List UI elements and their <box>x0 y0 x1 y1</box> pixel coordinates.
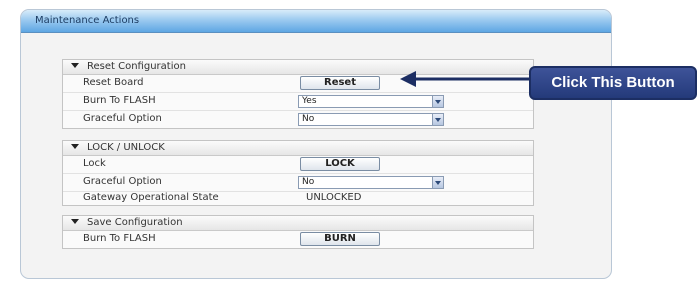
burn-to-flash-select[interactable]: Yes <box>298 95 444 108</box>
lock-row: Lock LOCK <box>63 156 533 174</box>
lock-button[interactable]: LOCK <box>300 157 380 171</box>
select-value: No <box>302 114 315 124</box>
lock-label: Lock <box>83 158 106 169</box>
section-title: LOCK / UNLOCK <box>87 142 165 153</box>
save-configuration-section: Save Configuration Burn To FLASH BURN <box>62 215 534 249</box>
collapse-triangle-icon[interactable] <box>71 144 79 149</box>
burn-to-flash-label: Burn To FLASH <box>83 233 156 244</box>
lock-unlock-section: LOCK / UNLOCK Lock LOCK Graceful Option … <box>62 140 534 206</box>
gateway-state-value: UNLOCKED <box>306 192 362 203</box>
graceful-option-select[interactable]: No <box>298 176 444 189</box>
dropdown-arrow-icon[interactable] <box>432 177 443 188</box>
burn-to-flash-row: Burn To FLASH BURN <box>63 231 533 248</box>
graceful-option-row: Graceful Option No <box>63 174 533 192</box>
dropdown-arrow-icon[interactable] <box>432 114 443 125</box>
graceful-option-row: Graceful Option No <box>63 111 533 128</box>
reset-button[interactable]: Reset <box>300 76 380 90</box>
select-value: Yes <box>302 96 317 106</box>
section-title: Save Configuration <box>87 217 183 228</box>
gateway-state-label: Gateway Operational State <box>83 192 219 203</box>
graceful-option-select[interactable]: No <box>298 113 444 126</box>
section-title: Reset Configuration <box>87 61 186 72</box>
click-this-button-callout: Click This Button <box>529 66 697 100</box>
reset-board-label: Reset Board <box>83 77 144 88</box>
burn-to-flash-row: Burn To FLASH Yes <box>63 93 533 111</box>
dropdown-arrow-icon[interactable] <box>432 96 443 107</box>
gateway-state-row: Gateway Operational State UNLOCKED <box>63 192 533 205</box>
save-configuration-header[interactable]: Save Configuration <box>63 216 533 231</box>
panel-title: Maintenance Actions <box>21 10 611 33</box>
graceful-option-label: Graceful Option <box>83 113 162 124</box>
pointer-arrow-icon <box>400 71 535 87</box>
burn-to-flash-label: Burn To FLASH <box>83 95 156 106</box>
select-value: No <box>302 177 315 187</box>
lock-unlock-header[interactable]: LOCK / UNLOCK <box>63 141 533 156</box>
graceful-option-label: Graceful Option <box>83 176 162 187</box>
maintenance-actions-panel: Maintenance Actions Reset Configuration … <box>20 9 612 279</box>
collapse-triangle-icon[interactable] <box>71 219 79 224</box>
burn-button[interactable]: BURN <box>300 232 380 246</box>
collapse-triangle-icon[interactable] <box>71 63 79 68</box>
